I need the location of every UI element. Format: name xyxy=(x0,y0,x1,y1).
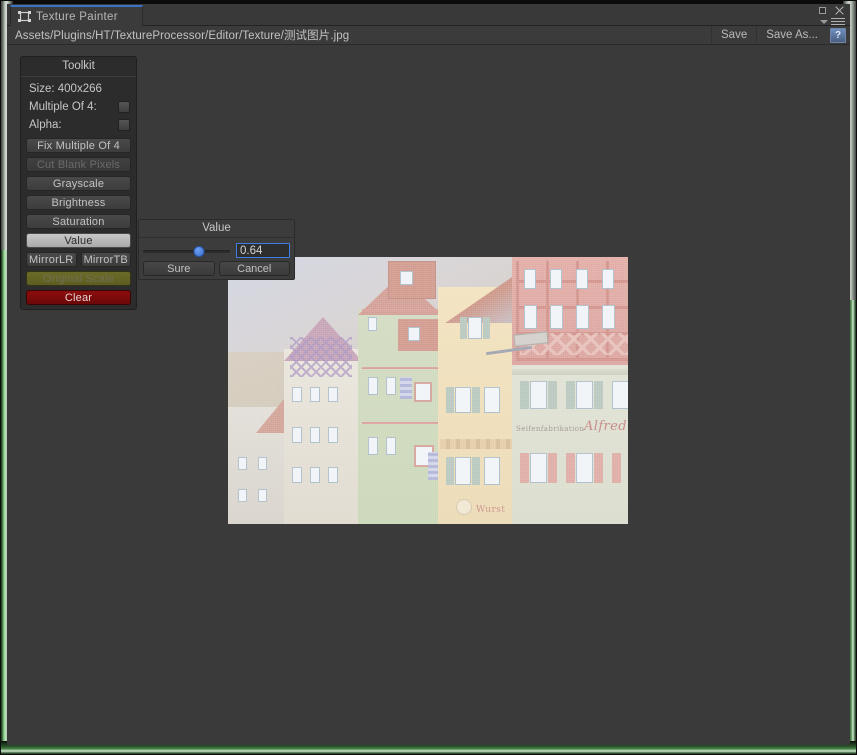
texture-painter-window: Texture Painter Assets/Plugins/HT/Textur… xyxy=(7,4,850,745)
original-scale-button[interactable]: Original Scale xyxy=(26,271,131,286)
value-slider[interactable] xyxy=(143,245,230,257)
sure-button[interactable]: Sure xyxy=(143,261,215,276)
texture-preview[interactable]: Seifenfabrikation Alfred Wurst xyxy=(228,257,628,524)
value-control-row xyxy=(139,238,294,261)
close-icon[interactable] xyxy=(834,5,845,16)
texture-icon xyxy=(18,11,31,22)
value-dialog: Value Sure Cancel xyxy=(138,219,295,280)
save-button[interactable]: Save xyxy=(711,26,756,44)
cancel-button[interactable]: Cancel xyxy=(218,261,290,276)
clear-button[interactable]: Clear xyxy=(26,290,131,305)
grayscale-button[interactable]: Grayscale xyxy=(26,176,131,191)
editor-canvas: Seifenfabrikation Alfred Wurst xyxy=(7,45,850,745)
maximize-icon[interactable] xyxy=(819,7,826,14)
chevron-down-icon[interactable] xyxy=(820,19,828,24)
window-controls xyxy=(819,5,845,26)
path-toolbar: Assets/Plugins/HT/TextureProcessor/Edito… xyxy=(7,26,850,45)
value-button[interactable]: Value xyxy=(26,233,131,248)
value-slider-knob[interactable] xyxy=(193,245,205,257)
value-slider-track xyxy=(143,249,230,253)
help-icon[interactable]: ? xyxy=(830,27,846,43)
toolkit-title: Toolkit xyxy=(21,57,136,77)
alpha-label: Alpha: xyxy=(29,119,62,131)
save-as-button[interactable]: Save As... xyxy=(756,26,827,44)
asset-path-label: Assets/Plugins/HT/TextureProcessor/Edito… xyxy=(15,30,350,42)
value-input[interactable] xyxy=(236,243,290,258)
tab-label: Texture Painter xyxy=(36,10,118,23)
mirror-button-row: MirrorLR MirrorTB xyxy=(26,248,131,267)
cut-blank-pixels-button[interactable]: Cut Blank Pixels xyxy=(26,157,131,172)
multiple-of-4-row: Multiple Of 4: xyxy=(26,98,131,116)
value-dialog-buttons: Sure Cancel xyxy=(139,261,294,276)
mirror-tb-button[interactable]: MirrorTB xyxy=(80,252,131,267)
texture-size-label: Size: 400x266 xyxy=(29,83,102,95)
window-frame: Texture Painter Assets/Plugins/HT/Textur… xyxy=(0,0,857,755)
fix-multiple-of-4-button[interactable]: Fix Multiple Of 4 xyxy=(26,138,131,153)
value-dialog-title: Value xyxy=(139,220,294,238)
preview-brightness-wash xyxy=(228,257,628,524)
alpha-row: Alpha: xyxy=(26,116,131,134)
toolkit-panel: Toolkit Size: 400x266 Multiple Of 4: Alp… xyxy=(20,56,137,310)
saturation-button[interactable]: Saturation xyxy=(26,214,131,229)
tab-bar: Texture Painter xyxy=(7,4,850,26)
tab-texture-painter[interactable]: Texture Painter xyxy=(10,5,143,26)
mirror-lr-button[interactable]: MirrorLR xyxy=(26,252,77,267)
multiple-of-4-label: Multiple Of 4: xyxy=(29,101,97,113)
brightness-button[interactable]: Brightness xyxy=(26,195,131,210)
multiple-of-4-checkbox[interactable] xyxy=(118,101,130,113)
alpha-checkbox[interactable] xyxy=(118,119,130,131)
hamburger-menu-icon[interactable] xyxy=(831,18,845,25)
